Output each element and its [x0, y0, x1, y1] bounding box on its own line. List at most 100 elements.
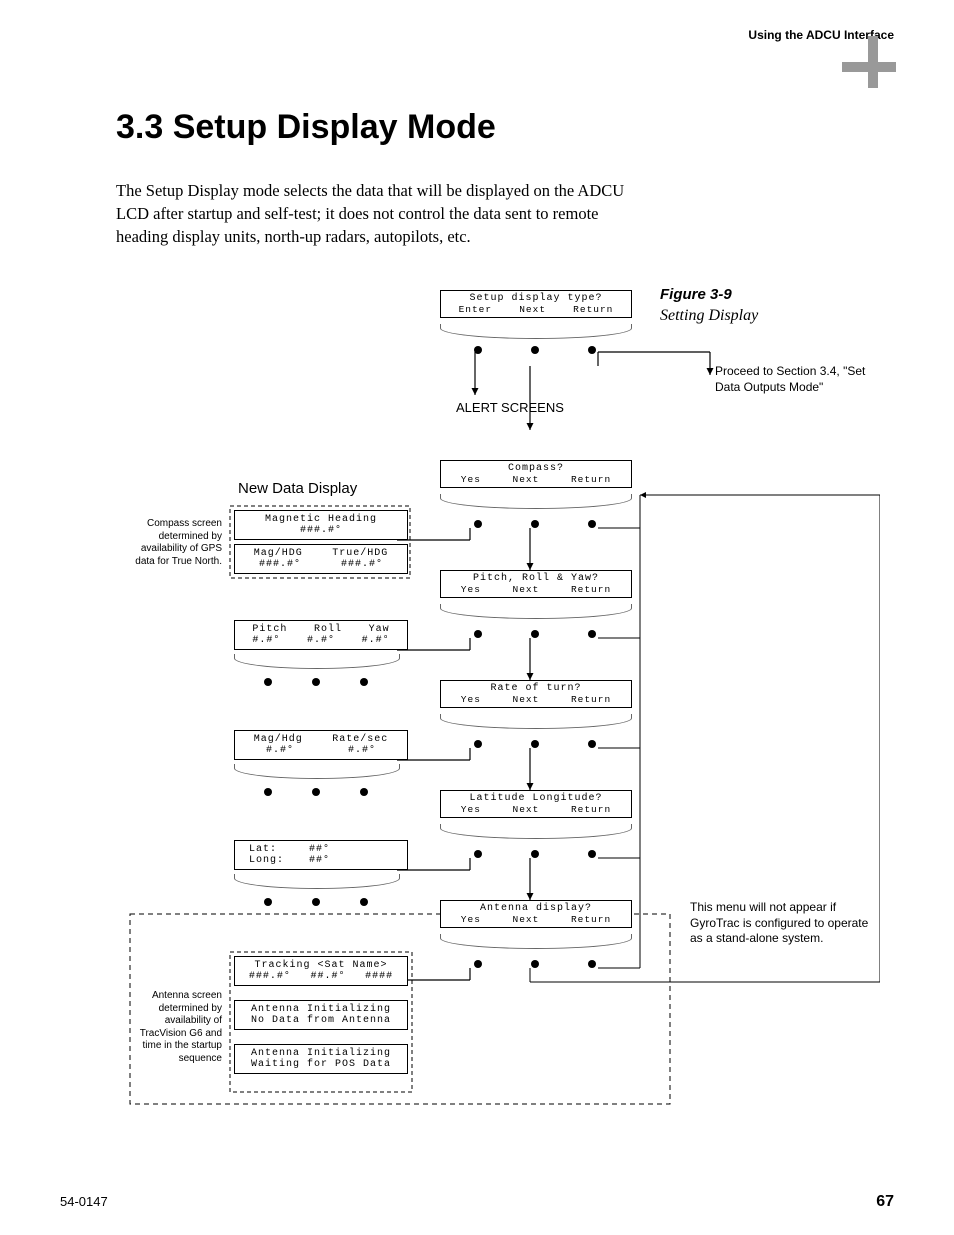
box-rot-dots	[244, 788, 388, 796]
dot	[531, 850, 539, 858]
tracking-v2: ##.#°	[310, 971, 345, 982]
lcd-antenna-return: Return	[571, 914, 611, 925]
dot	[531, 630, 539, 638]
box-tracking: Tracking <Sat Name> ###.#° ##.#° ####	[234, 956, 408, 986]
pry-v2: #.#°	[307, 635, 335, 646]
lcd-rot-return: Return	[571, 694, 611, 705]
dot	[264, 788, 272, 796]
maghdg-v2: ###.#°	[341, 559, 383, 570]
lcd-pry-yes: Yes	[461, 584, 481, 595]
dot	[531, 740, 539, 748]
pry-v3: #.#°	[362, 635, 390, 646]
init2-l1: Antenna Initializing	[239, 1048, 403, 1059]
lcd-antenna-q: Antenna display?	[441, 901, 631, 914]
lcd-latlon-yes: Yes	[461, 804, 481, 815]
init2-l2: Waiting for POS Data	[239, 1059, 403, 1070]
lcd-latlon-q: Latitude Longitude?	[441, 791, 631, 804]
lcd-pry-next: Next	[513, 584, 540, 595]
lcd-pry-dots	[450, 630, 620, 638]
lcd-setup: Setup display type? Enter Next Return	[440, 290, 632, 318]
dot	[474, 630, 482, 638]
dot	[360, 788, 368, 796]
rot-v1: #.#°	[266, 745, 294, 756]
lcd-rot-next: Next	[513, 694, 540, 705]
dot	[264, 898, 272, 906]
box-rot: Mag/Hdg Rate/sec #.#° #.#°	[234, 730, 408, 760]
lcd-antenna-dots	[450, 960, 620, 968]
maghdg-h1: Mag/HDG	[254, 548, 303, 559]
lon-label: Long:	[239, 855, 309, 866]
dot	[312, 788, 320, 796]
dot	[531, 520, 539, 528]
tracking-l1: Tracking <Sat Name>	[239, 960, 403, 971]
lcd-latlon: Latitude Longitude? Yes Next Return	[440, 790, 632, 818]
dot	[588, 520, 596, 528]
maghdg-h2: True/HDG	[332, 548, 388, 559]
lat-value: ##°	[309, 844, 330, 855]
header-cross-mark	[844, 50, 894, 100]
dot	[474, 850, 482, 858]
page-number: 67	[876, 1193, 894, 1211]
box-magnetic-heading: Magnetic Heading ###.#°	[234, 510, 408, 540]
lcd-latlon-return: Return	[571, 804, 611, 815]
section-title: 3.3 Setup Display Mode	[116, 108, 496, 147]
pry-v1: #.#°	[252, 635, 280, 646]
lon-value: ##°	[309, 855, 330, 866]
lcd-antenna-next: Next	[513, 914, 540, 925]
box-pry-dots	[244, 678, 388, 686]
lcd-pry-return: Return	[571, 584, 611, 595]
box-pry: Pitch Roll Yaw #.#° #.#° #.#°	[234, 620, 408, 650]
box-latlon: Lat: ##° Long: ##°	[234, 840, 408, 870]
box-antenna-init-1: Antenna Initializing No Data from Antenn…	[234, 1000, 408, 1030]
lcd-compass-q: Compass?	[441, 461, 631, 474]
lcd-compass-yes: Yes	[461, 474, 481, 485]
maghdg-v1: ###.#°	[259, 559, 301, 570]
pry-h2: Roll	[314, 624, 342, 635]
lcd-setup-btn-enter: Enter	[459, 304, 493, 315]
lcd-rot: Rate of turn? Yes Next Return	[440, 680, 632, 708]
dot	[474, 740, 482, 748]
rot-v2: #.#°	[348, 745, 376, 756]
lcd-rot-yes: Yes	[461, 694, 481, 705]
init1-l1: Antenna Initializing	[239, 1004, 403, 1015]
doc-number: 54-0147	[60, 1194, 108, 1209]
box-antenna-init-2: Antenna Initializing Waiting for POS Dat…	[234, 1044, 408, 1074]
rot-h1: Mag/Hdg	[254, 734, 303, 745]
lcd-compass-next: Next	[513, 474, 540, 485]
lcd-latlon-next: Next	[513, 804, 540, 815]
lcd-pry-q: Pitch, Roll & Yaw?	[441, 571, 631, 584]
dot	[588, 346, 596, 354]
pry-h3: Yaw	[369, 624, 390, 635]
dot	[474, 346, 482, 354]
lcd-setup-dots	[450, 346, 620, 354]
dot	[531, 346, 539, 354]
dot	[588, 740, 596, 748]
lcd-antenna: Antenna display? Yes Next Return	[440, 900, 632, 928]
box-latlon-dots	[244, 898, 388, 906]
intro-paragraph: The Setup Display mode selects the data …	[116, 179, 636, 248]
mag-heading-l2: ###.#°	[239, 525, 403, 536]
lcd-setup-btn-next: Next	[519, 304, 546, 315]
lcd-rot-dots	[450, 740, 620, 748]
dot	[474, 960, 482, 968]
lcd-antenna-yes: Yes	[461, 914, 481, 925]
dot	[588, 630, 596, 638]
dot	[312, 898, 320, 906]
tracking-v1: ###.#°	[249, 971, 291, 982]
rot-h2: Rate/sec	[332, 734, 388, 745]
lcd-compass-return: Return	[571, 474, 611, 485]
dot	[360, 678, 368, 686]
dot	[588, 960, 596, 968]
lcd-latlon-dots	[450, 850, 620, 858]
tracking-v3: ####	[365, 971, 393, 982]
lcd-setup-btn-return: Return	[573, 304, 613, 315]
init1-l2: No Data from Antenna	[239, 1015, 403, 1026]
lcd-rot-q: Rate of turn?	[441, 681, 631, 694]
lcd-setup-question: Setup display type?	[441, 291, 631, 304]
dot	[588, 850, 596, 858]
dot	[312, 678, 320, 686]
dot	[474, 520, 482, 528]
lcd-compass-dots	[450, 520, 620, 528]
mag-heading-l1: Magnetic Heading	[239, 514, 403, 525]
box-mag-true-hdg: Mag/HDG True/HDG ###.#° ###.#°	[234, 544, 408, 574]
